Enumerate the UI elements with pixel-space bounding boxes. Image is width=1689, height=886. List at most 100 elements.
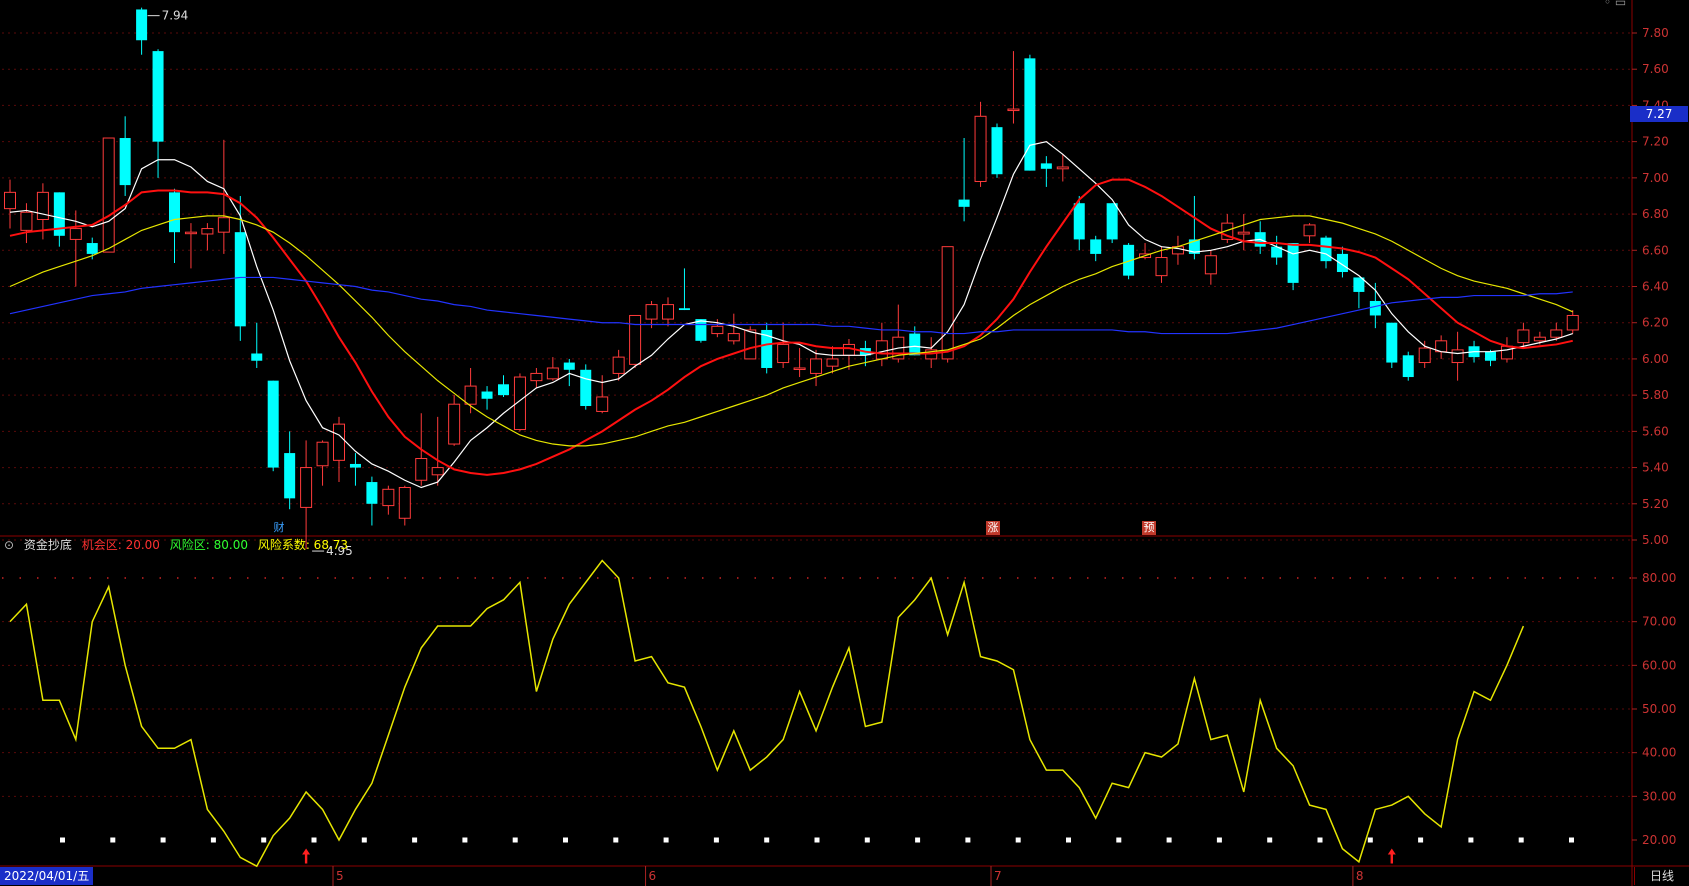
opportunity-level-dot	[160, 837, 166, 843]
candle-body-down[interactable]	[366, 482, 378, 504]
candle-body-down[interactable]	[1369, 300, 1381, 316]
candle-body-up[interactable]	[596, 396, 609, 412]
candle-body-up[interactable]	[1550, 329, 1563, 338]
candle-body-up[interactable]	[201, 228, 214, 235]
candle-body-up[interactable]	[530, 372, 543, 382]
indicator-tick-label: 30.00	[1642, 789, 1676, 803]
candle-body-up[interactable]	[316, 441, 329, 467]
indicator-toggle-icon[interactable]: ⊙	[4, 538, 14, 552]
opportunity-level-dot	[1468, 837, 1474, 843]
candle-body-down[interactable]	[234, 232, 246, 327]
candle-body-down[interactable]	[1040, 163, 1052, 169]
candle-body-down[interactable]	[1073, 203, 1085, 240]
candle-body-up[interactable]	[102, 137, 115, 253]
candle-body-up[interactable]	[69, 228, 82, 240]
candle-body-down[interactable]	[563, 362, 575, 370]
candle-body-down[interactable]	[86, 243, 98, 254]
indicator-tick-label: 50.00	[1642, 702, 1676, 716]
candle-body-up[interactable]	[464, 385, 477, 405]
candle-body-up[interactable]	[300, 467, 313, 508]
candle-body-up[interactable]	[1155, 257, 1168, 277]
candle-body-up[interactable]	[1500, 345, 1513, 360]
candle-body-down[interactable]	[1287, 243, 1299, 283]
candle-body-down[interactable]	[1402, 355, 1414, 378]
candle-body-up[interactable]	[1204, 255, 1217, 275]
candle-body-up[interactable]	[744, 329, 757, 360]
candle-body-up[interactable]	[1451, 349, 1464, 364]
candle-body-up[interactable]	[415, 458, 428, 481]
candle-body-up[interactable]	[1517, 329, 1530, 344]
opportunity-level-dot	[713, 837, 719, 843]
event-tag-limit-up[interactable]: 涨	[986, 521, 1000, 535]
opportunity-level-dot	[1116, 837, 1122, 843]
candle-body-down[interactable]	[349, 463, 361, 468]
candle-body-up[interactable]	[546, 367, 559, 380]
candle-body-down[interactable]	[1106, 203, 1118, 240]
candle-body-up[interactable]	[1303, 224, 1316, 237]
candle-body-down[interactable]	[284, 453, 296, 499]
price-tick-label: 5.20	[1642, 497, 1669, 511]
candle-body-up[interactable]	[727, 333, 740, 342]
candle-body-down[interactable]	[678, 308, 690, 311]
candle-body-up[interactable]	[1533, 336, 1546, 342]
candle-body-up[interactable]	[184, 231, 197, 235]
candle-body-down[interactable]	[481, 391, 493, 399]
candle-body-down[interactable]	[1485, 351, 1496, 361]
candle-body-down[interactable]	[498, 384, 509, 396]
candle-body-up[interactable]	[4, 191, 16, 210]
candle-body-down[interactable]	[580, 369, 592, 407]
candle-body-down[interactable]	[1090, 239, 1102, 254]
candle-body-up[interactable]	[711, 325, 724, 335]
candle-body-down[interactable]	[909, 333, 921, 356]
window-control-icon[interactable]: ◦ ▭	[1604, 0, 1626, 9]
candle-body-up[interactable]	[810, 358, 823, 374]
candle-body-up[interactable]	[1418, 347, 1431, 364]
candle-body-down[interactable]	[152, 51, 164, 142]
price-tick-label: 7.80	[1642, 26, 1669, 40]
candle-body-up[interactable]	[826, 358, 839, 367]
candle-body-up[interactable]	[777, 343, 790, 364]
candle-body-down[interactable]	[1320, 237, 1332, 262]
opportunity-level-dot	[60, 837, 65, 843]
candle-body-up[interactable]	[941, 246, 954, 360]
legend-risk-coef: 风险系数: 68.73	[257, 538, 349, 552]
candle-body-up[interactable]	[645, 304, 658, 320]
candle-body-up[interactable]	[448, 403, 461, 445]
candle-body-up[interactable]	[20, 211, 33, 231]
indicator-title[interactable]: 资金抄底	[24, 538, 72, 552]
candle-body-up[interactable]	[382, 488, 395, 507]
candle-body-up[interactable]	[629, 314, 642, 365]
candle-body-down[interactable]	[169, 192, 180, 233]
candle-body-up[interactable]	[431, 467, 444, 476]
candle-body-up[interactable]	[612, 356, 625, 374]
candle-body-up[interactable]	[875, 340, 888, 360]
candle-body-up[interactable]	[662, 304, 674, 320]
event-tag-forecast[interactable]: 预	[1142, 521, 1156, 535]
price-tick-label: 7.00	[1642, 171, 1669, 185]
candle-body-up[interactable]	[793, 367, 806, 370]
candle-body-up[interactable]	[333, 423, 345, 461]
chart-svg[interactable]: 7.807.607.407.207.006.806.606.406.206.00…	[0, 0, 1689, 886]
candle-body-down[interactable]	[1336, 253, 1348, 273]
candle-body-up[interactable]	[1007, 108, 1020, 112]
candle-body-down[interactable]	[136, 9, 148, 41]
date-cursor-label: 2022/04/01/五	[0, 867, 94, 885]
candle-body-down[interactable]	[1386, 322, 1398, 363]
event-tag-finance[interactable]: 财	[272, 521, 286, 535]
chart-stage[interactable]: 7.807.607.407.207.006.806.606.406.206.00…	[0, 0, 1689, 886]
candle-body-up[interactable]	[974, 115, 987, 182]
candle-body-up[interactable]	[1056, 166, 1069, 170]
period-selector[interactable]: 日线	[1634, 867, 1689, 885]
candle-body-down[interactable]	[1024, 58, 1036, 171]
candle-body-down[interactable]	[251, 353, 263, 361]
candle-body-up[interactable]	[217, 217, 230, 233]
x-axis-label: 8	[1356, 869, 1364, 883]
candle-body-up[interactable]	[1566, 314, 1579, 331]
opportunity-level-dot	[1166, 837, 1172, 843]
candle-body-down[interactable]	[991, 127, 1003, 175]
candle-body-down[interactable]	[119, 138, 131, 186]
candle-body-up[interactable]	[398, 486, 411, 519]
candle-body-down[interactable]	[267, 380, 279, 468]
candle-body-up[interactable]	[1237, 231, 1250, 235]
candle-body-down[interactable]	[958, 199, 970, 207]
